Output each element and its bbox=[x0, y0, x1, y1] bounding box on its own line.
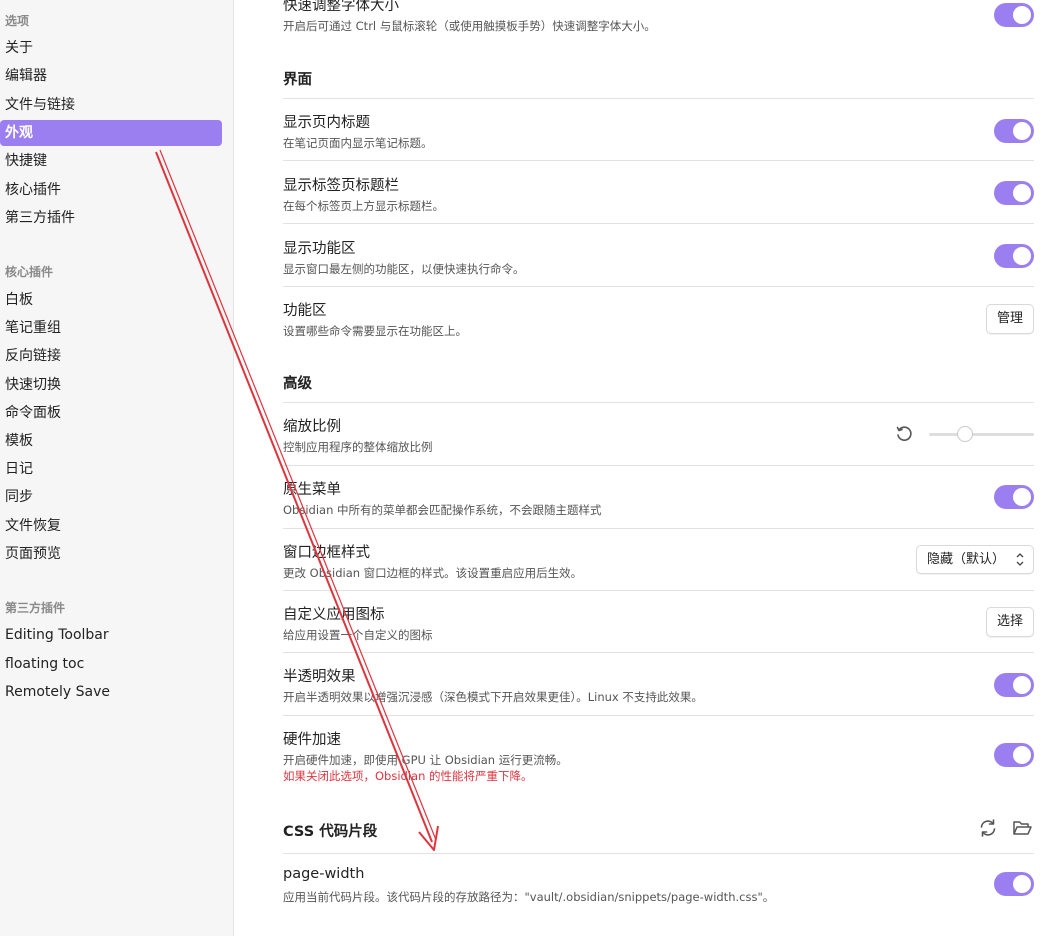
sidebar-option-item[interactable]: 编辑器 bbox=[0, 63, 222, 89]
show-inline-title-toggle[interactable] bbox=[994, 119, 1034, 143]
sidebar-third-party-plugin-item[interactable]: Remotely Save bbox=[0, 679, 222, 705]
hardware-acceleration-toggle[interactable] bbox=[994, 743, 1034, 767]
sidebar-third-party-plugin-item[interactable]: Editing Toolbar bbox=[0, 622, 222, 648]
chevron-up-down-icon bbox=[1015, 546, 1025, 584]
setting-show-tab-title-bar: 显示标签页标题栏 在每个标签页上方显示标题栏。 bbox=[283, 160, 1034, 223]
frame-style-select[interactable]: 隐藏（默认） bbox=[916, 545, 1034, 574]
setting-title: page-width bbox=[283, 866, 365, 882]
zoom-slider-track[interactable] bbox=[929, 433, 1034, 436]
third-party-plugins-header: 第三方插件 bbox=[5, 601, 66, 615]
section-advanced: 高级 bbox=[283, 376, 312, 392]
setting-title: 原生菜单 bbox=[283, 482, 341, 498]
setting-show-ribbon: 显示功能区 显示窗口最左侧的功能区，以便快速执行命令。 bbox=[283, 223, 1034, 286]
setting-title: 自定义应用图标 bbox=[283, 607, 385, 623]
setting-desc: 开启硬件加速，即使用 GPU 让 Obsidian 运行更流畅。 bbox=[283, 753, 568, 767]
sidebar-core-plugin-item[interactable]: 命令面板 bbox=[0, 400, 222, 426]
setting-title: 窗口边框样式 bbox=[283, 545, 370, 561]
reload-icon[interactable] bbox=[977, 817, 999, 839]
options-header: 选项 bbox=[5, 14, 30, 28]
sidebar-option-item[interactable]: 第三方插件 bbox=[0, 205, 222, 231]
sidebar-core-plugin-item[interactable]: 文件恢复 bbox=[0, 513, 222, 539]
sidebar-core-plugin-item[interactable]: 反向链接 bbox=[0, 343, 222, 369]
setting-zoom: 缩放比例 控制应用程序的整体缩放比例 bbox=[283, 402, 1034, 465]
setting-native-menus: 原生菜单 Obsidian 中所有的菜单都会匹配操作系统，不会跟随主题样式 bbox=[283, 465, 1034, 528]
native-menus-toggle[interactable] bbox=[994, 485, 1034, 509]
section-css-snippets: CSS 代码片段 bbox=[283, 824, 378, 840]
setting-title: 显示功能区 bbox=[283, 241, 356, 257]
snippet-page-width-toggle[interactable] bbox=[994, 872, 1034, 896]
setting-ribbon: 功能区 设置哪些命令需要显示在功能区上。 管理 bbox=[283, 286, 1034, 349]
sidebar-option-item[interactable]: 快捷键 bbox=[0, 148, 222, 174]
folder-open-icon[interactable] bbox=[1011, 817, 1033, 839]
sidebar-core-plugin-item[interactable]: 笔记重组 bbox=[0, 315, 222, 341]
setting-title: 缩放比例 bbox=[283, 419, 341, 435]
show-tab-title-bar-toggle[interactable] bbox=[994, 181, 1034, 205]
reset-icon[interactable] bbox=[894, 424, 914, 444]
sidebar-core-plugin-item[interactable]: 同步 bbox=[0, 484, 222, 510]
translucent-toggle[interactable] bbox=[994, 673, 1034, 697]
sidebar-core-plugin-item[interactable]: 快速切换 bbox=[0, 372, 222, 398]
setting-frame-style: 窗口边框样式 更改 Obsidian 窗口边框的样式。该设置重启应用后生效。 隐… bbox=[283, 528, 1034, 591]
sidebar-option-item[interactable]: 外观 bbox=[0, 119, 222, 146]
setting-desc: 控制应用程序的整体缩放比例 bbox=[283, 440, 433, 454]
setting-desc: Obsidian 中所有的菜单都会匹配操作系统，不会跟随主题样式 bbox=[283, 503, 602, 517]
setting-title: 显示页内标题 bbox=[283, 115, 370, 131]
show-ribbon-toggle[interactable] bbox=[994, 244, 1034, 268]
setting-snippet-page-width: page-width 应用当前代码片段。该代码片段的存放路径为："vault/.… bbox=[283, 853, 1034, 916]
sidebar-third-party-plugin-item[interactable]: floating toc bbox=[0, 651, 222, 677]
setting-desc: 更改 Obsidian 窗口边框的样式。该设置重启应用后生效。 bbox=[283, 566, 583, 580]
setting-font-resize: 快速调整字体大小 开启后可通过 Ctrl 与鼠标滚轮（或使用触摸板手势）快速调整… bbox=[283, 0, 1034, 36]
manage-ribbon-button[interactable]: 管理 bbox=[985, 304, 1034, 334]
sidebar-option-item[interactable]: 关于 bbox=[0, 35, 222, 61]
zoom-control bbox=[894, 422, 1034, 446]
setting-hardware-acceleration: 硬件加速 开启硬件加速，即使用 GPU 让 Obsidian 运行更流畅。 如果… bbox=[283, 715, 1034, 796]
setting-title: 显示标签页标题栏 bbox=[283, 178, 399, 194]
setting-warning: 如果关闭此选项，Obsidian 的性能将严重下降。 bbox=[283, 769, 533, 783]
settings-sidebar: 选项 关于 编辑器 文件与链接 外观 快捷键 核心插件 第三方插件 核心插件 白板 笔记重组反… bbox=[0, 0, 234, 936]
sidebar-core-plugin-item[interactable]: 页面预览 bbox=[0, 541, 222, 567]
setting-desc: 给应用设置一个自定义的图标 bbox=[283, 628, 433, 642]
setting-desc: 在笔记页面内显示笔记标题。 bbox=[283, 136, 433, 150]
choose-icon-button[interactable]: 选择 bbox=[985, 607, 1034, 637]
setting-title: 半透明效果 bbox=[283, 669, 356, 685]
setting-desc: 在每个标签页上方显示标题栏。 bbox=[283, 199, 444, 213]
setting-app-icon: 自定义应用图标 给应用设置一个自定义的图标 选择 bbox=[283, 590, 1034, 653]
font-resize-toggle[interactable] bbox=[994, 3, 1034, 27]
settings-content: 快速调整字体大小 开启后可通过 Ctrl 与鼠标滚轮（或使用触摸板手势）快速调整… bbox=[235, 0, 1044, 936]
setting-desc: 应用当前代码片段。该代码片段的存放路径为："vault/.obsidian/sn… bbox=[283, 890, 775, 904]
setting-title: 快速调整字体大小 bbox=[283, 0, 399, 14]
core-plugins-header: 核心插件 bbox=[5, 265, 54, 279]
sidebar-core-plugin-item[interactable]: 模板 bbox=[0, 428, 222, 454]
section-interface: 界面 bbox=[283, 72, 312, 88]
setting-desc: 显示窗口最左侧的功能区，以便快速执行命令。 bbox=[283, 262, 525, 276]
setting-desc: 开启后可通过 Ctrl 与鼠标滚轮（或使用触摸板手势）快速调整字体大小。 bbox=[283, 19, 656, 33]
zoom-slider-handle[interactable] bbox=[957, 426, 974, 442]
setting-translucent: 半透明效果 开启半透明效果以增强沉浸感（深色模式下开启效果更佳）。Linux 不… bbox=[283, 652, 1034, 715]
sidebar-core-plugin-item[interactable]: 白板 bbox=[0, 287, 222, 313]
setting-desc: 开启半透明效果以增强沉浸感（深色模式下开启效果更佳）。Linux 不支持此效果。 bbox=[283, 690, 703, 704]
setting-desc: 设置哪些命令需要显示在功能区上。 bbox=[283, 324, 467, 338]
sidebar-core-plugin-item[interactable]: 日记 bbox=[0, 456, 222, 482]
sidebar-option-item[interactable]: 核心插件 bbox=[0, 177, 222, 203]
sidebar-option-item[interactable]: 文件与链接 bbox=[0, 92, 222, 118]
select-value: 隐藏（默认） bbox=[927, 552, 1006, 567]
setting-show-inline-title: 显示页内标题 在笔记页面内显示笔记标题。 bbox=[283, 98, 1034, 161]
setting-title: 功能区 bbox=[283, 303, 327, 319]
setting-title: 硬件加速 bbox=[283, 732, 341, 748]
